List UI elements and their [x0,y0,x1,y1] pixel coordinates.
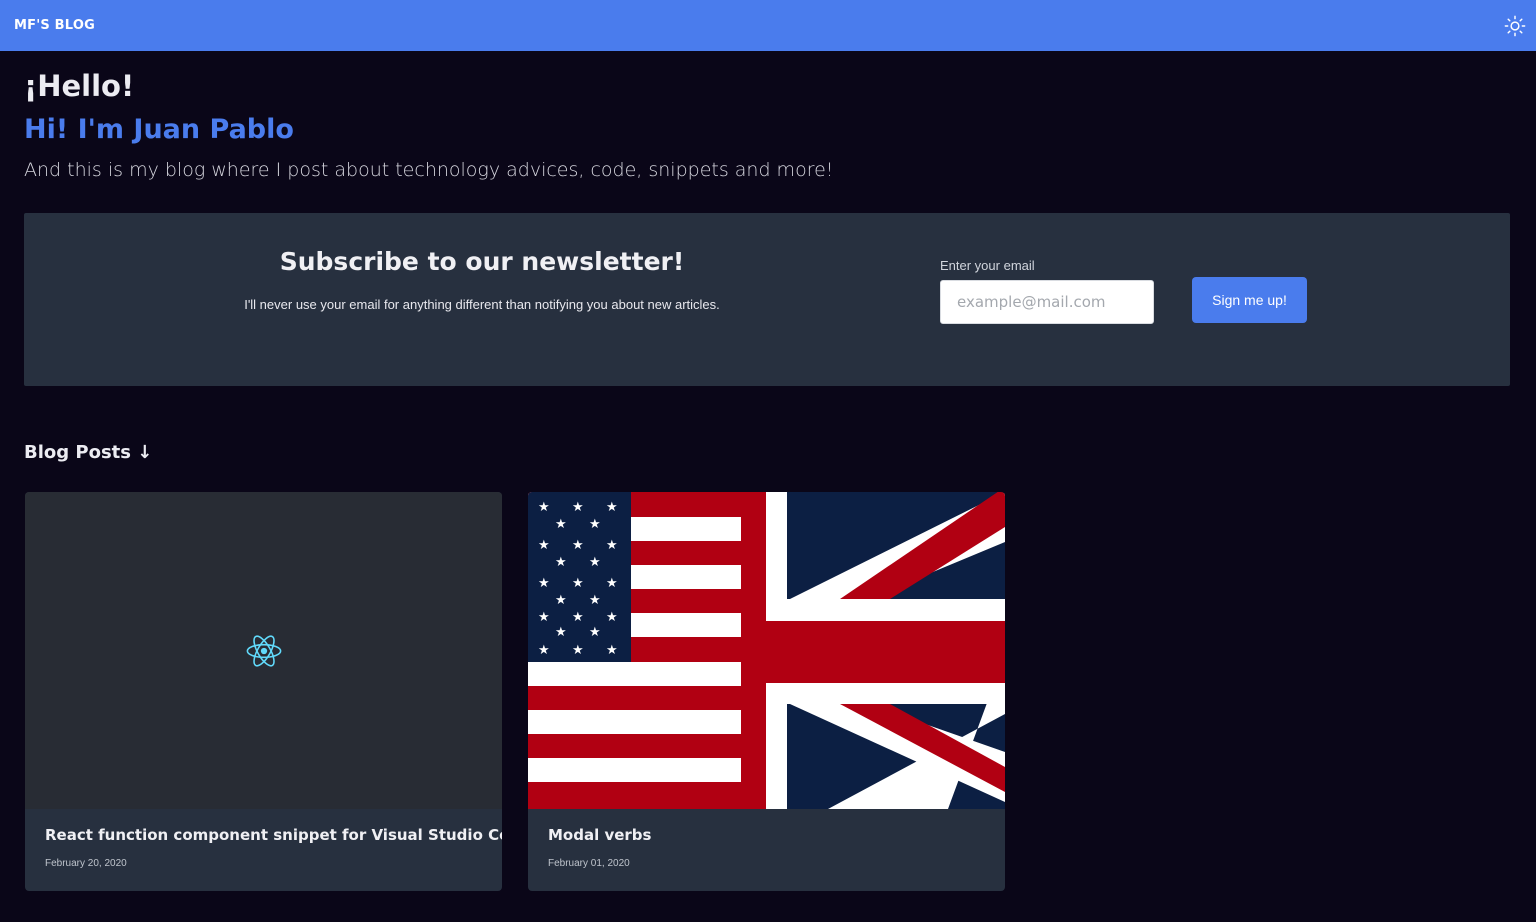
svg-text:★: ★ [572,610,584,625]
svg-text:★: ★ [589,555,601,570]
svg-text:★: ★ [606,576,618,591]
svg-text:★: ★ [572,500,584,515]
post-date: February 01, 2020 [548,858,630,869]
svg-text:★: ★ [572,643,584,658]
svg-text:★: ★ [555,625,567,640]
site-brand-link[interactable]: MF'S BLOG [14,18,95,33]
svg-text:★: ★ [606,643,618,658]
email-label: Enter your email [940,258,1035,273]
svg-text:★: ★ [589,593,601,608]
svg-text:★: ★ [555,517,567,532]
svg-text:★: ★ [538,610,550,625]
svg-text:★: ★ [606,610,618,625]
svg-text:★: ★ [538,576,550,591]
intro-name-heading: Hi! I'm Juan Pablo [24,114,294,145]
svg-text:★: ★ [555,593,567,608]
svg-text:★: ★ [538,643,550,658]
post-thumbnail: ★ ★ ★ ★ ★ ★ ★ ★ ★ ★ ★ ★ ★ ★ ★ ★ ★ ★ ★ ★ ★ ★ ★ [528,492,1005,809]
theme-toggle-button[interactable] [1502,13,1528,39]
newsletter-panel: Subscribe to our newsletter! I'll never … [24,213,1510,386]
newsletter-title: Subscribe to our newsletter! [279,247,685,276]
blog-post-card[interactable]: ★ ★ ★ ★ ★ ★ ★ ★ ★ ★ ★ ★ ★ ★ ★ ★ ★ ★ ★ ★ ★ ★ ★ [528,492,1005,891]
top-navbar: MF'S BLOG [0,0,1536,51]
intro-description: And this is my blog where I post about t… [24,159,834,181]
sun-icon [1504,15,1526,36]
svg-text:★: ★ [572,538,584,553]
email-input[interactable] [940,280,1154,324]
post-date: February 20, 2020 [45,858,127,869]
svg-text:★: ★ [538,500,550,515]
post-title[interactable]: Modal verbs [548,825,988,845]
post-title[interactable]: React function component snippet for Vis… [45,825,502,845]
us-uk-flag-image: ★ ★ ★ ★ ★ ★ ★ ★ ★ ★ ★ ★ ★ ★ ★ ★ ★ ★ ★ ★ ★ ★ ★ [528,492,1005,809]
blog-post-card[interactable]: React function component snippet for Vis… [25,492,502,891]
svg-text:★: ★ [555,555,567,570]
hero-section: ¡Hello! Hi! I'm Juan Pablo And this is m… [24,68,1504,184]
sign-up-button[interactable]: Sign me up! [1192,277,1307,323]
svg-text:★: ★ [606,538,618,553]
newsletter-description: I'll never use your email for anything d… [244,297,720,312]
svg-text:★: ★ [589,517,601,532]
blog-posts-heading: Blog Posts ↓ [24,442,153,463]
svg-text:★: ★ [538,538,550,553]
svg-text:★: ★ [589,625,601,640]
svg-text:★: ★ [572,576,584,591]
svg-text:★: ★ [606,500,618,515]
post-thumbnail [25,492,502,809]
react-logo-icon [246,634,281,667]
greeting-heading: ¡Hello! [24,69,135,103]
